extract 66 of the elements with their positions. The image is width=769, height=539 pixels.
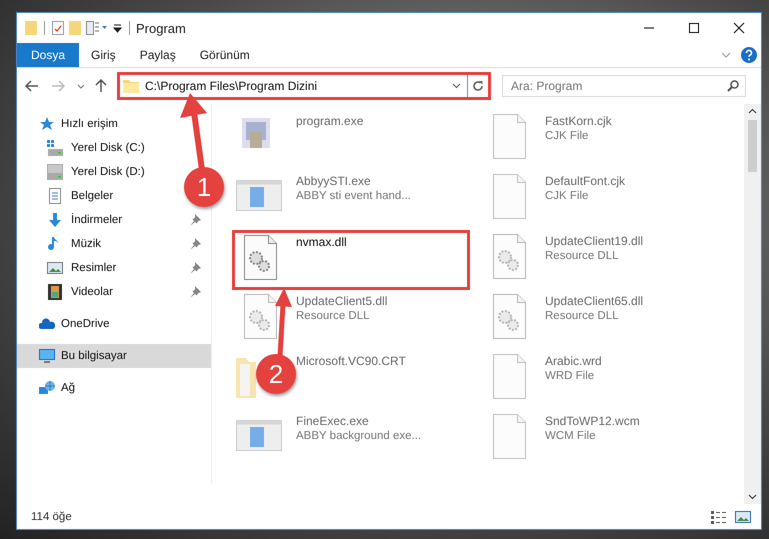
file-name[interactable]: DefaultFont.cjk xyxy=(545,174,626,188)
file-name[interactable]: FastKorn.cjk xyxy=(545,114,612,128)
view-options-icon[interactable] xyxy=(86,21,108,35)
drive-icon xyxy=(47,164,63,180)
sidebar-item[interactable]: Ağ xyxy=(17,376,80,400)
up-arrow-icon[interactable] xyxy=(95,79,107,93)
drive-icon xyxy=(47,140,63,156)
file-name[interactable]: Arabic.wrd xyxy=(545,354,602,368)
file-name[interactable]: UpdateClient5.dll xyxy=(296,294,388,308)
search-box[interactable]: Ara: Program xyxy=(502,75,746,97)
file-name[interactable]: UpdateClient19.dll xyxy=(545,234,644,248)
file-type: ABBY background exe... xyxy=(296,430,422,442)
back-arrow-icon[interactable] xyxy=(25,80,39,92)
ribbon-tab[interactable]: Dosya xyxy=(17,43,80,67)
sidebar-item[interactable]: Hızlı erişim xyxy=(17,112,122,136)
dropdown-caret-icon[interactable] xyxy=(77,84,85,88)
scroll-up-icon[interactable] xyxy=(748,108,757,114)
file-type: CJK File xyxy=(545,130,590,142)
sidebar-item[interactable]: İndirmeler xyxy=(17,208,211,232)
file-name[interactable]: UpdateClient65.dll xyxy=(545,294,644,308)
large-icons-view-icon[interactable] xyxy=(735,510,751,524)
expand-ribbon-icon[interactable] xyxy=(721,52,731,58)
picture-icon xyxy=(47,260,63,276)
file-type: Resource DLL xyxy=(545,250,620,262)
folder-icon xyxy=(123,79,139,93)
help-icon[interactable] xyxy=(741,47,757,63)
file-name[interactable]: FineExec.exe xyxy=(296,414,422,428)
scroll-down-icon[interactable] xyxy=(748,494,757,500)
file-name[interactable]: Microsoft.VC90.CRT xyxy=(296,354,406,368)
file-type: WCM File xyxy=(545,430,596,442)
file-type: ABBY sti event hand... xyxy=(296,190,411,202)
sidebar-item[interactable]: Yerel Disk (D:) xyxy=(17,160,149,184)
file-type: Resource DLL xyxy=(545,310,620,322)
properties-icon[interactable] xyxy=(52,21,64,35)
network-icon xyxy=(39,380,55,396)
file-type: Resource DLL xyxy=(296,310,371,322)
dropdown-caret-icon[interactable] xyxy=(452,83,461,89)
close-icon[interactable] xyxy=(732,22,744,34)
search-icon xyxy=(727,80,739,92)
star-icon xyxy=(39,116,55,132)
sidebar-item[interactable]: OneDrive xyxy=(17,312,114,336)
film-icon xyxy=(47,284,63,300)
maximize-icon[interactable] xyxy=(688,22,700,34)
file-type: CJK File xyxy=(545,190,590,202)
sidebar-item[interactable]: Yerel Disk (C:) xyxy=(17,136,149,160)
file-name[interactable]: program.exe xyxy=(296,114,364,128)
scrollbar[interactable] xyxy=(744,104,761,504)
window-title: Program xyxy=(136,20,186,36)
scroll-thumb[interactable] xyxy=(748,120,757,172)
cloud-icon xyxy=(39,316,55,332)
customize-caret-icon[interactable] xyxy=(113,23,122,33)
sidebar-item[interactable]: Belgeler xyxy=(17,184,118,208)
sidebar-item[interactable]: Videolar xyxy=(17,280,211,304)
sidebar-item[interactable]: Müzik xyxy=(17,232,211,256)
details-view-icon[interactable] xyxy=(711,510,727,524)
file-type: WRD File xyxy=(545,370,596,382)
refresh-icon[interactable] xyxy=(472,80,484,92)
monitor-icon xyxy=(39,348,55,364)
file-name[interactable]: AbbyySTI.exe xyxy=(296,174,411,188)
file-name[interactable]: nvmax.dll xyxy=(296,235,347,249)
download-arrow-icon xyxy=(47,212,63,228)
sidebar-item[interactable]: Bu bilgisayar xyxy=(17,344,211,368)
item-count: 114 öğe xyxy=(31,510,72,522)
sidebar-item[interactable]: Resimler xyxy=(17,256,211,280)
document-icon xyxy=(47,188,63,204)
file-name[interactable]: SndToWP12.wcm xyxy=(545,414,640,428)
